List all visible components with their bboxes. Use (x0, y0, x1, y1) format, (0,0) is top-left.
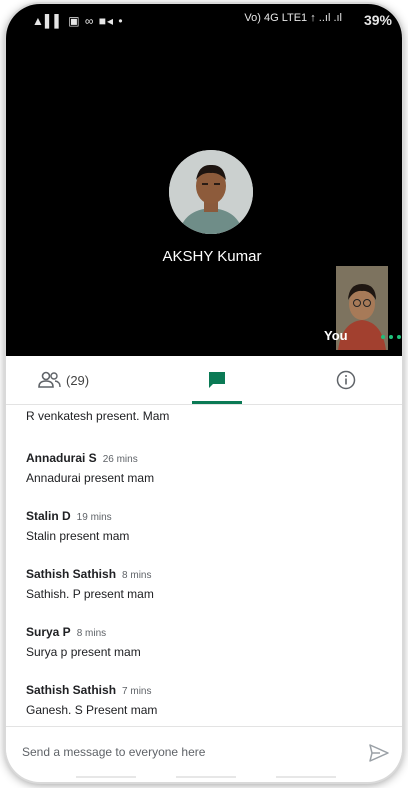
message-item: Annadurai S 26 mins Annadurai present mam (26, 449, 154, 485)
status-icons-left: ▲▌▌ ▣ ∞ ■◂ • (32, 14, 124, 28)
send-icon[interactable] (368, 743, 390, 763)
phone-frame: ▲▌▌ ▣ ∞ ■◂ • Vo) 4G LTE1 ↑ ..ıl .ıl 39% … (6, 4, 402, 782)
message-composer (6, 726, 402, 779)
battery-level: 39% (363, 12, 392, 28)
tab-bar: (29) (6, 356, 402, 405)
person-avatar-icon (169, 150, 253, 234)
nav-hint-center (176, 776, 236, 778)
message-time: 26 mins (102, 454, 138, 465)
message-text: Surya p present mam (26, 645, 141, 659)
message-time: 19 mins (76, 512, 112, 523)
more-options-icon[interactable] (380, 334, 402, 340)
nav-hint-left (76, 776, 136, 778)
message-item: Stalin D 19 mins Stalin present mam (26, 507, 129, 543)
chat-icon (209, 372, 225, 388)
nav-hint-right (276, 776, 336, 778)
tab-people[interactable]: (29) (36, 356, 126, 404)
message-text: Annadurai present mam (26, 471, 155, 485)
tab-chat[interactable] (192, 356, 242, 404)
message-time: 7 mins (122, 686, 152, 697)
message-sender: Sathish Sathish (26, 567, 117, 581)
message-sender: Surya P (26, 625, 71, 639)
message-list[interactable]: R venkatesh present. Mam Annadurai S 26 m… (6, 405, 402, 725)
message-text: Ganesh. S Present mam (26, 703, 158, 717)
people-icon (38, 371, 61, 388)
network-indicator: Vo) 4G LTE1 ↑ ..ıl .ıl (244, 12, 342, 24)
people-count: (29) (66, 373, 90, 388)
self-view-label: You (324, 328, 348, 343)
message-item: R venkatesh present. Mam (26, 409, 169, 423)
participant-avatar (169, 150, 253, 234)
message-item: Surya P 8 mins Surya p present mam (26, 623, 141, 659)
message-item: Sathish Sathish 7 mins Ganesh. S Present … (26, 681, 157, 717)
message-sender: Annadurai S (26, 451, 97, 465)
status-bar: ▲▌▌ ▣ ∞ ■◂ • Vo) 4G LTE1 ↑ ..ıl .ıl 39% (6, 10, 402, 34)
message-sender: Sathish Sathish (26, 683, 117, 697)
participant-name: AKSHY Kumar (162, 248, 262, 265)
tab-info[interactable] (324, 356, 368, 404)
message-text: R venkatesh present. Mam (26, 409, 170, 423)
video-stage: ▲▌▌ ▣ ∞ ■◂ • Vo) 4G LTE1 ↑ ..ıl .ıl 39% … (6, 4, 402, 356)
message-text: Stalin present mam (26, 529, 130, 543)
message-text: Sathish. P present mam (26, 587, 154, 601)
info-icon (336, 370, 356, 390)
message-input[interactable] (22, 741, 352, 763)
message-time: 8 mins (122, 570, 152, 581)
message-item: Sathish Sathish 8 mins Sathish. P present… (26, 565, 154, 601)
active-tab-indicator (192, 401, 242, 404)
message-time: 8 mins (76, 628, 107, 639)
message-sender: Stalin D (26, 509, 71, 523)
